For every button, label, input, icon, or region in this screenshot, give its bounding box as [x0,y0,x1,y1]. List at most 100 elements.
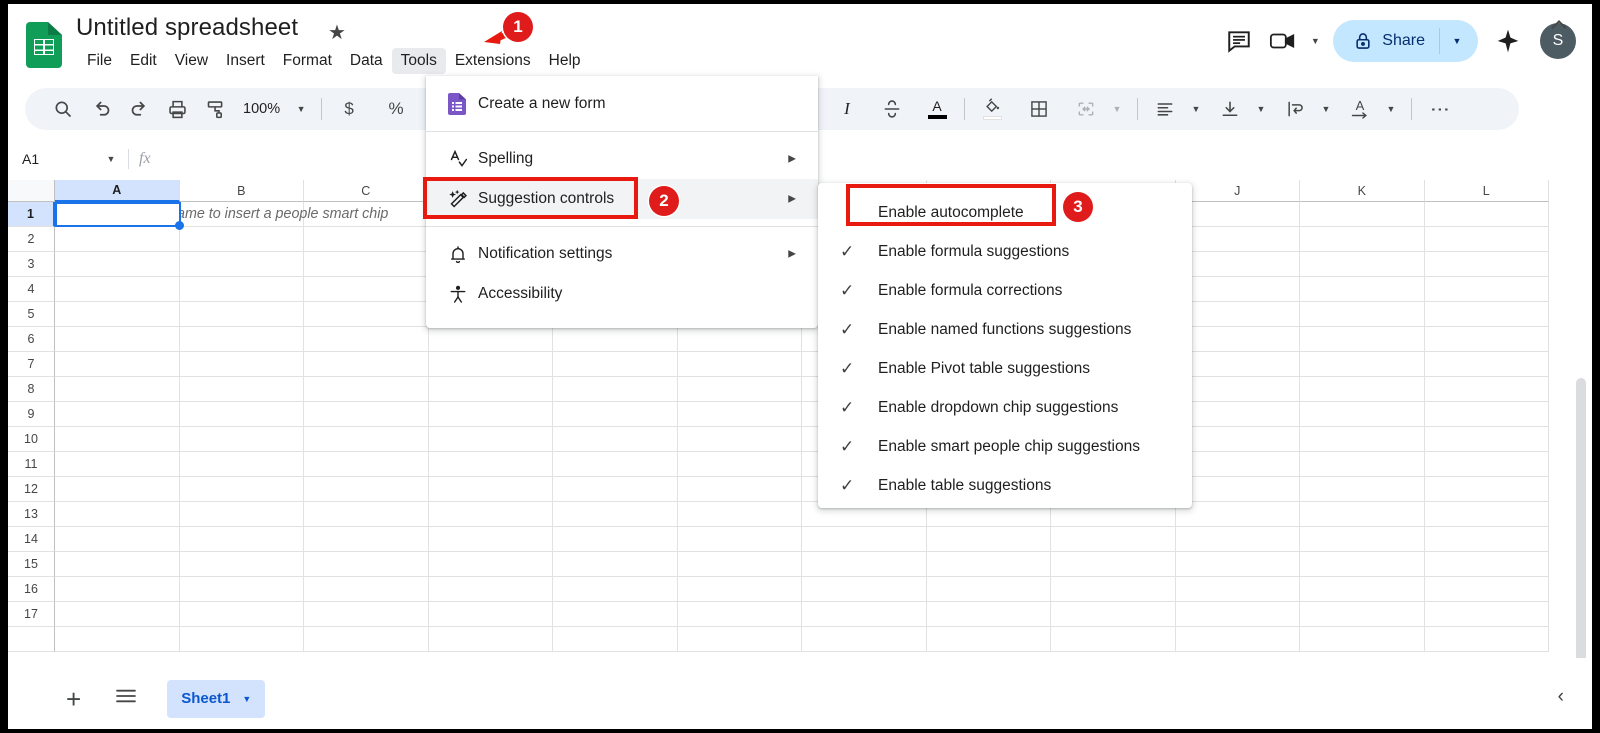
cell-L7[interactable] [1424,352,1549,377]
column-header-c[interactable]: C [304,180,429,202]
cell-B6[interactable] [179,327,304,352]
menu-view[interactable]: View [166,48,217,74]
cell-K11[interactable] [1300,452,1425,477]
cell-C13[interactable] [304,502,429,527]
cell-L4[interactable] [1424,277,1549,302]
cell-J3[interactable] [1175,252,1300,277]
cell-F6[interactable] [677,327,802,352]
wrap-caret-icon[interactable]: ▼ [1317,93,1335,125]
cell-J14[interactable] [1175,527,1300,552]
row-header-11[interactable]: 11 [8,452,55,477]
cell-A15[interactable] [55,552,180,577]
all-sheets-icon[interactable] [115,687,137,710]
cell-K8[interactable] [1300,377,1425,402]
submenu-item-enable-pivot-table-suggestions[interactable]: ✓ Enable Pivot table suggestions [818,349,1192,388]
column-header-j[interactable]: J [1175,180,1300,202]
row-header-2[interactable]: 2 [8,227,55,252]
italic-button[interactable]: I [831,93,863,125]
column-header-l[interactable]: L [1424,180,1549,202]
cell-J7[interactable] [1175,352,1300,377]
cell-G14[interactable] [802,527,927,552]
cell-E8[interactable] [553,377,678,402]
cell-F7[interactable] [677,352,802,377]
submenu-item-enable-named-functions-suggestions[interactable]: ✓ Enable named functions suggestions [818,310,1192,349]
cell-C9[interactable] [304,402,429,427]
cell-F10[interactable] [677,427,802,452]
cell-B11[interactable] [179,452,304,477]
cell-K10[interactable] [1300,427,1425,452]
cell-E10[interactable] [553,427,678,452]
more-options-icon[interactable]: ⋮ [1423,93,1455,125]
formula-input[interactable] [151,140,1592,178]
comment-history-icon[interactable] [1217,19,1261,63]
cell-L2[interactable] [1424,227,1549,252]
cell-L16[interactable] [1424,577,1549,602]
cell-E6[interactable] [553,327,678,352]
row-header-8[interactable]: 8 [8,377,55,402]
cell-H16[interactable] [926,577,1051,602]
cell-A9[interactable] [55,402,180,427]
collapse-sidebar-icon[interactable]: ‹ [1558,686,1564,708]
cell-L6[interactable] [1424,327,1549,352]
paint-format-icon[interactable] [199,93,231,125]
cell-L8[interactable] [1424,377,1549,402]
cell-F12[interactable] [677,477,802,502]
cell-I14[interactable] [1051,527,1176,552]
merge-cells-icon[interactable] [1070,93,1102,125]
cell-F9[interactable] [677,402,802,427]
cell-B10[interactable] [179,427,304,452]
cell-I16[interactable] [1051,577,1176,602]
cell-K12[interactable] [1300,477,1425,502]
text-color-icon[interactable]: A [921,93,953,125]
add-sheet-icon[interactable]: + [66,686,81,712]
menu-data[interactable]: Data [341,48,392,74]
submenu-item-enable-formula-corrections[interactable]: ✓ Enable formula corrections [818,271,1192,310]
cell-F14[interactable] [677,527,802,552]
video-call-icon[interactable] [1261,19,1305,63]
name-box-caret-icon[interactable]: ▼ [100,154,122,164]
cell-K18[interactable] [1300,627,1425,652]
cell-C11[interactable] [304,452,429,477]
cell-D15[interactable] [428,552,553,577]
cell-E16[interactable] [553,577,678,602]
row-header-partial[interactable] [8,627,55,652]
cell-K13[interactable] [1300,502,1425,527]
column-header-k[interactable]: K [1300,180,1425,202]
menu-edit[interactable]: Edit [121,48,166,74]
menu-tools[interactable]: Tools [391,48,446,74]
cell-L3[interactable] [1424,252,1549,277]
cell-J18[interactable] [1175,627,1300,652]
cell-I18[interactable] [1051,627,1176,652]
cell-A18[interactable] [55,627,180,652]
menu-item-spelling[interactable]: Spelling ▶ [426,139,818,179]
cell-J2[interactable] [1175,227,1300,252]
cell-A16[interactable] [55,577,180,602]
cell-B14[interactable] [179,527,304,552]
cell-L1[interactable] [1424,202,1549,227]
cell-D18[interactable] [428,627,553,652]
submenu-item-enable-smart-people-chip-suggestions[interactable]: ✓ Enable smart people chip suggestions [818,427,1192,466]
cell-L11[interactable] [1424,452,1549,477]
cell-J15[interactable] [1175,552,1300,577]
cell-B3[interactable] [179,252,304,277]
cell-E7[interactable] [553,352,678,377]
cell-K16[interactable] [1300,577,1425,602]
print-icon[interactable] [161,93,193,125]
cell-B16[interactable] [179,577,304,602]
cell-A3[interactable] [55,252,180,277]
menu-format[interactable]: Format [274,48,341,74]
sheet-tab-sheet1[interactable]: Sheet1 ▼ [167,679,266,718]
cell-J5[interactable] [1175,302,1300,327]
cell-L12[interactable] [1424,477,1549,502]
cell-G17[interactable] [802,602,927,627]
cell-D13[interactable] [428,502,553,527]
cell-E17[interactable] [553,602,678,627]
cell-J11[interactable] [1175,452,1300,477]
cell-C6[interactable] [304,327,429,352]
cell-E11[interactable] [553,452,678,477]
row-header-13[interactable]: 13 [8,502,55,527]
cell-B12[interactable] [179,477,304,502]
cell-K17[interactable] [1300,602,1425,627]
cell-E15[interactable] [553,552,678,577]
search-icon[interactable] [47,93,79,125]
